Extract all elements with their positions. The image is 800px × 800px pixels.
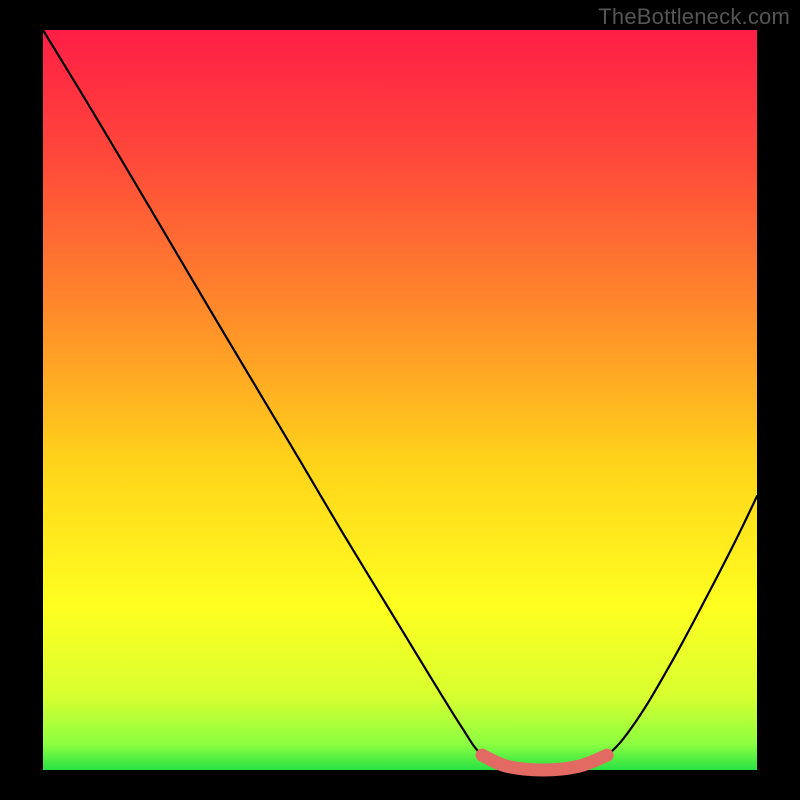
bottleneck-chart [0,0,800,800]
chart-frame: TheBottleneck.com [0,0,800,800]
plot-area [43,30,757,770]
watermark-text: TheBottleneck.com [598,4,790,30]
